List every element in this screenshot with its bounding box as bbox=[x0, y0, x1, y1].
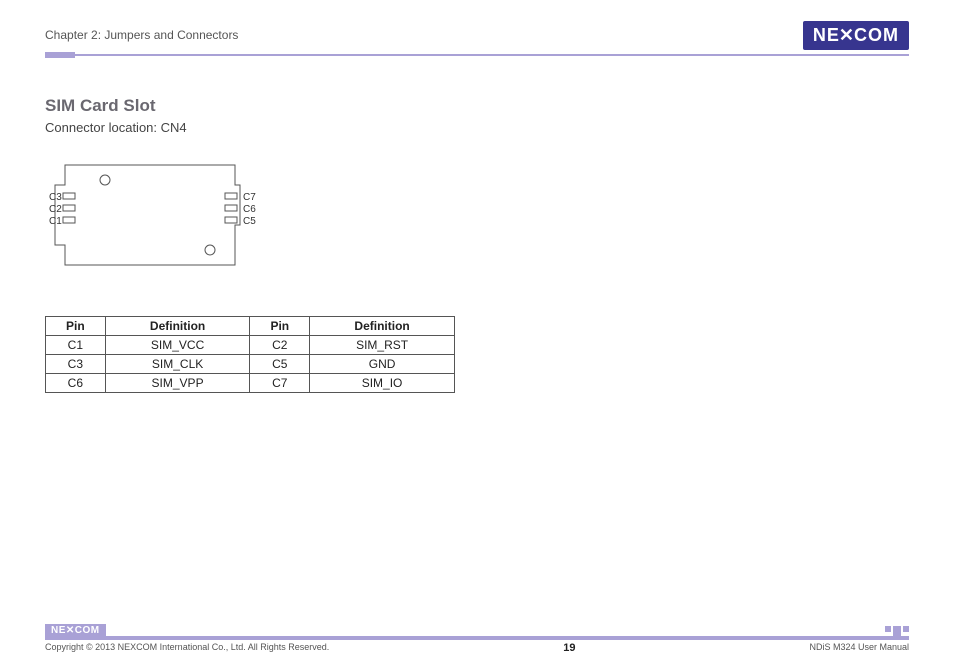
header-divider bbox=[45, 54, 909, 56]
section-title: SIM Card Slot bbox=[45, 96, 909, 116]
table-header-row: Pin Definition Pin Definition bbox=[46, 317, 455, 336]
pin-cell: C6 bbox=[46, 374, 106, 393]
definition-cell: SIM_RST bbox=[310, 336, 455, 355]
table-row: C3SIM_CLKC5GND bbox=[46, 355, 455, 374]
footer-marks-icon bbox=[885, 626, 909, 638]
pin-label-c1: C1 bbox=[49, 216, 62, 227]
definition-cell: SIM_IO bbox=[310, 374, 455, 393]
pin-cell: C1 bbox=[46, 336, 106, 355]
table-row: C6SIM_VPPC7SIM_IO bbox=[46, 374, 455, 393]
footer-logo: NE✕COM bbox=[45, 624, 106, 637]
pin-definition-table: Pin Definition Pin Definition C1SIM_VCCC… bbox=[45, 316, 455, 393]
pin-label-c3: C3 bbox=[49, 192, 62, 203]
copyright-text: Copyright © 2013 NEXCOM International Co… bbox=[45, 642, 329, 654]
sim-slot-diagram: C3 C2 C1 C7 C6 C5 bbox=[45, 155, 909, 280]
pin-cell: C5 bbox=[250, 355, 310, 374]
manual-name: NDiS M324 User Manual bbox=[809, 642, 909, 654]
pin-label-c7: C7 bbox=[243, 192, 256, 203]
connector-location: Connector location: CN4 bbox=[45, 120, 909, 135]
chapter-title: Chapter 2: Jumpers and Connectors bbox=[45, 28, 238, 42]
nexcom-logo: NE✕COM bbox=[803, 21, 909, 50]
definition-cell: SIM_CLK bbox=[105, 355, 250, 374]
page-number: 19 bbox=[563, 642, 575, 654]
pin-cell: C7 bbox=[250, 374, 310, 393]
pin-cell: C3 bbox=[46, 355, 106, 374]
page-footer: NE✕COM Copyright © 2013 NEXCOM Internati… bbox=[45, 636, 909, 654]
col-pin: Pin bbox=[250, 317, 310, 336]
logo-x-icon: ✕ bbox=[839, 25, 855, 46]
definition-cell: SIM_VCC bbox=[105, 336, 250, 355]
definition-cell: GND bbox=[310, 355, 455, 374]
col-definition: Definition bbox=[310, 317, 455, 336]
col-pin: Pin bbox=[46, 317, 106, 336]
pin-label-c5: C5 bbox=[243, 216, 256, 227]
pin-label-c6: C6 bbox=[243, 204, 256, 215]
col-definition: Definition bbox=[105, 317, 250, 336]
table-row: C1SIM_VCCC2SIM_RST bbox=[46, 336, 455, 355]
definition-cell: SIM_VPP bbox=[105, 374, 250, 393]
pin-cell: C2 bbox=[250, 336, 310, 355]
pin-label-c2: C2 bbox=[49, 204, 62, 215]
